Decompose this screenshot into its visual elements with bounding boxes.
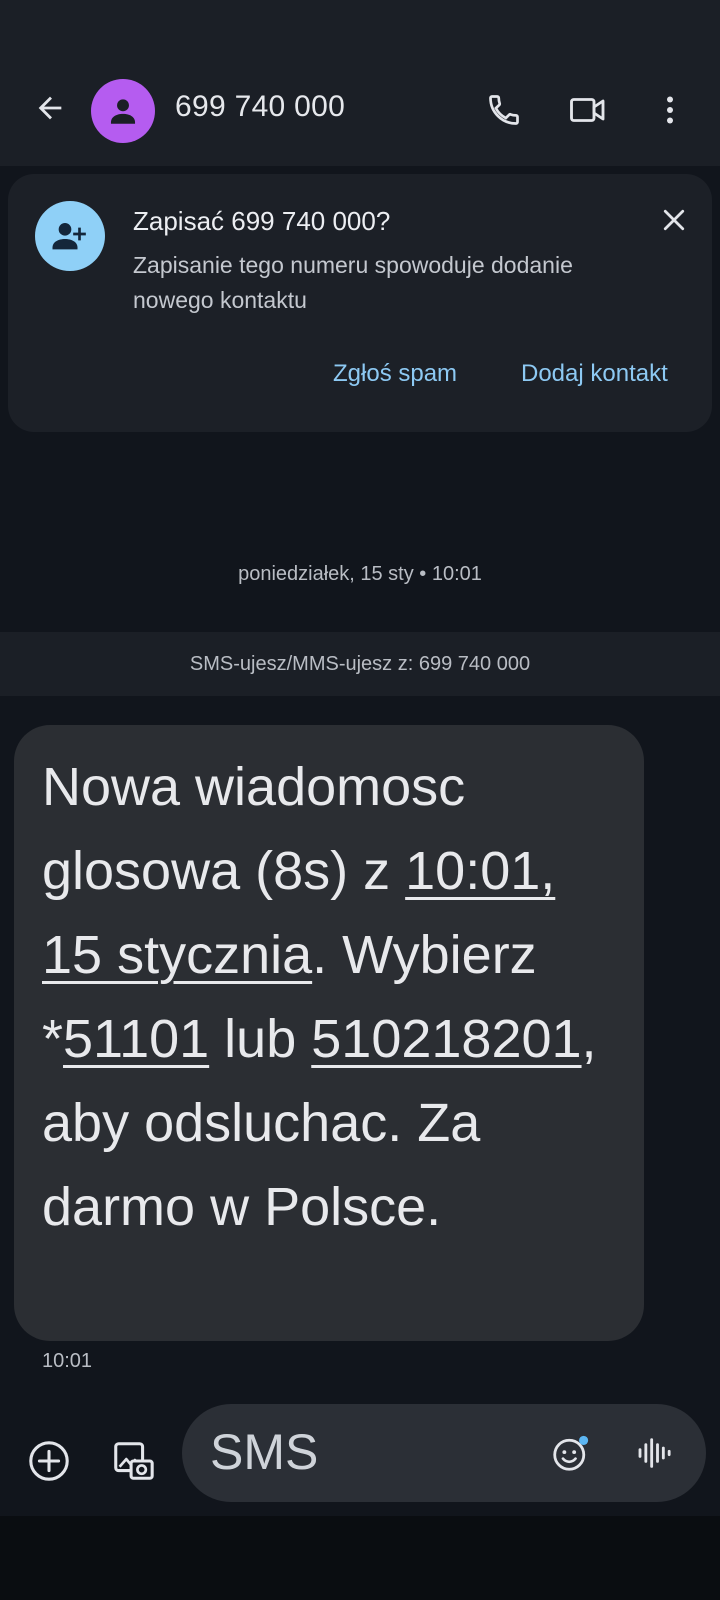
video-call-button[interactable]	[562, 86, 614, 134]
avatar[interactable]	[91, 79, 155, 143]
message-segment: lub	[209, 1009, 312, 1069]
system-navigation-bar	[0, 1516, 720, 1600]
date-separator: poniedziałek, 15 sty • 10:01	[238, 563, 482, 585]
gallery-icon	[114, 1442, 154, 1480]
report-spam-button[interactable]: Zgłoś spam	[333, 360, 457, 388]
more-options-button[interactable]	[646, 86, 694, 134]
more-vert-icon	[667, 96, 673, 124]
sms-input[interactable]	[210, 1422, 530, 1482]
person-add-badge	[35, 201, 105, 271]
person-icon	[110, 99, 136, 124]
save-contact-card: Zapisać 699 740 000? Zapisanie tego nume…	[8, 174, 712, 432]
person-add-icon	[52, 223, 86, 250]
voice-waveform-icon	[638, 1438, 671, 1468]
arrow-left-icon	[38, 96, 62, 120]
message-link-phone[interactable]: 510218201	[311, 1009, 581, 1069]
gallery-button[interactable]	[108, 1436, 158, 1486]
close-icon	[663, 209, 685, 231]
emoji-button[interactable]	[550, 1432, 592, 1474]
card-description: Zapisanie tego numeru spowoduje dodanie …	[133, 252, 573, 313]
video-camera-icon	[570, 98, 605, 122]
sending-via-banner: SMS-ujesz/MMS-ujesz z: 699 740 000	[0, 632, 720, 696]
message-timestamp: 10:01	[42, 1350, 93, 1372]
card-title: Zapisać 699 740 000?	[133, 206, 391, 236]
add-contact-button[interactable]: Dodaj kontakt	[521, 360, 668, 388]
add-circle-icon	[29, 1441, 69, 1481]
voice-message-button[interactable]	[634, 1432, 676, 1474]
phone-icon	[489, 95, 519, 125]
messages-screen: 699 740 000 Zapisać 699 740 000? Zapisan…	[0, 0, 720, 1600]
message-segment: Nowa wiadomosc glosowa (8s) z	[42, 757, 466, 901]
dismiss-card-button[interactable]	[652, 198, 696, 242]
incoming-message-bubble[interactable]: Nowa wiadomosc glosowa (8s) z 10:01, 15 …	[14, 725, 644, 1341]
message-composer	[182, 1404, 706, 1502]
back-button[interactable]	[28, 86, 72, 130]
add-attachment-button[interactable]	[24, 1436, 74, 1486]
emoji-icon	[553, 1435, 589, 1471]
message-text: Nowa wiadomosc glosowa (8s) z 10:01, 15 …	[42, 745, 622, 1249]
conversation-title[interactable]: 699 740 000	[175, 90, 345, 124]
message-link-code[interactable]: 51101	[63, 1009, 209, 1069]
call-button[interactable]	[480, 86, 528, 134]
top-app-bar: 699 740 000	[0, 0, 720, 166]
